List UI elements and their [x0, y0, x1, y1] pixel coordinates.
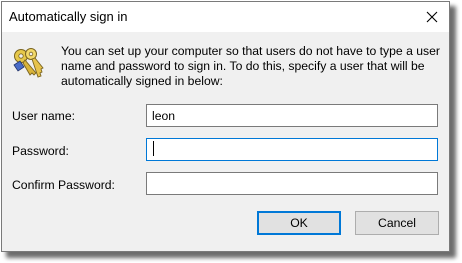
- password-label: Password:: [12, 144, 69, 158]
- keys-icon: [13, 48, 44, 78]
- cancel-button[interactable]: Cancel: [355, 211, 439, 235]
- text-caret: [153, 141, 154, 156]
- close-button[interactable]: [415, 2, 449, 32]
- confirm-password-label: Confirm Password:: [12, 178, 115, 192]
- username-label: User name:: [12, 109, 75, 123]
- window-title: Automatically sign in: [9, 9, 128, 24]
- confirm-password-field[interactable]: [146, 172, 438, 195]
- auto-sign-in-dialog: Automatically sign in You can set up you…: [1, 1, 450, 252]
- close-icon: [426, 11, 438, 23]
- username-field[interactable]: [146, 104, 438, 127]
- title-bar: Automatically sign in: [2, 2, 449, 32]
- password-field[interactable]: [146, 138, 438, 161]
- ok-button[interactable]: OK: [257, 211, 341, 235]
- intro-text: You can set up your computer so that use…: [61, 44, 440, 88]
